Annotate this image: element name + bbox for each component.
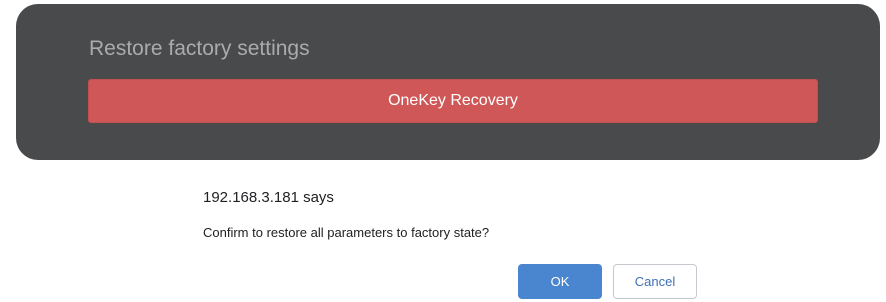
onekey-recovery-button[interactable]: OneKey Recovery	[88, 79, 818, 123]
ok-button[interactable]: OK	[518, 264, 602, 299]
cancel-button[interactable]: Cancel	[613, 264, 697, 299]
dialog-message: Confirm to restore all parameters to fac…	[203, 225, 490, 240]
page: Restore factory settings OneKey Recovery…	[0, 0, 886, 302]
dialog-origin: 192.168.3.181 says	[203, 189, 334, 206]
panel-title: Restore factory settings	[89, 37, 310, 60]
restore-settings-panel: Restore factory settings OneKey Recovery	[16, 4, 880, 160]
confirm-dialog: 192.168.3.181 says Confirm to restore al…	[203, 186, 703, 299]
